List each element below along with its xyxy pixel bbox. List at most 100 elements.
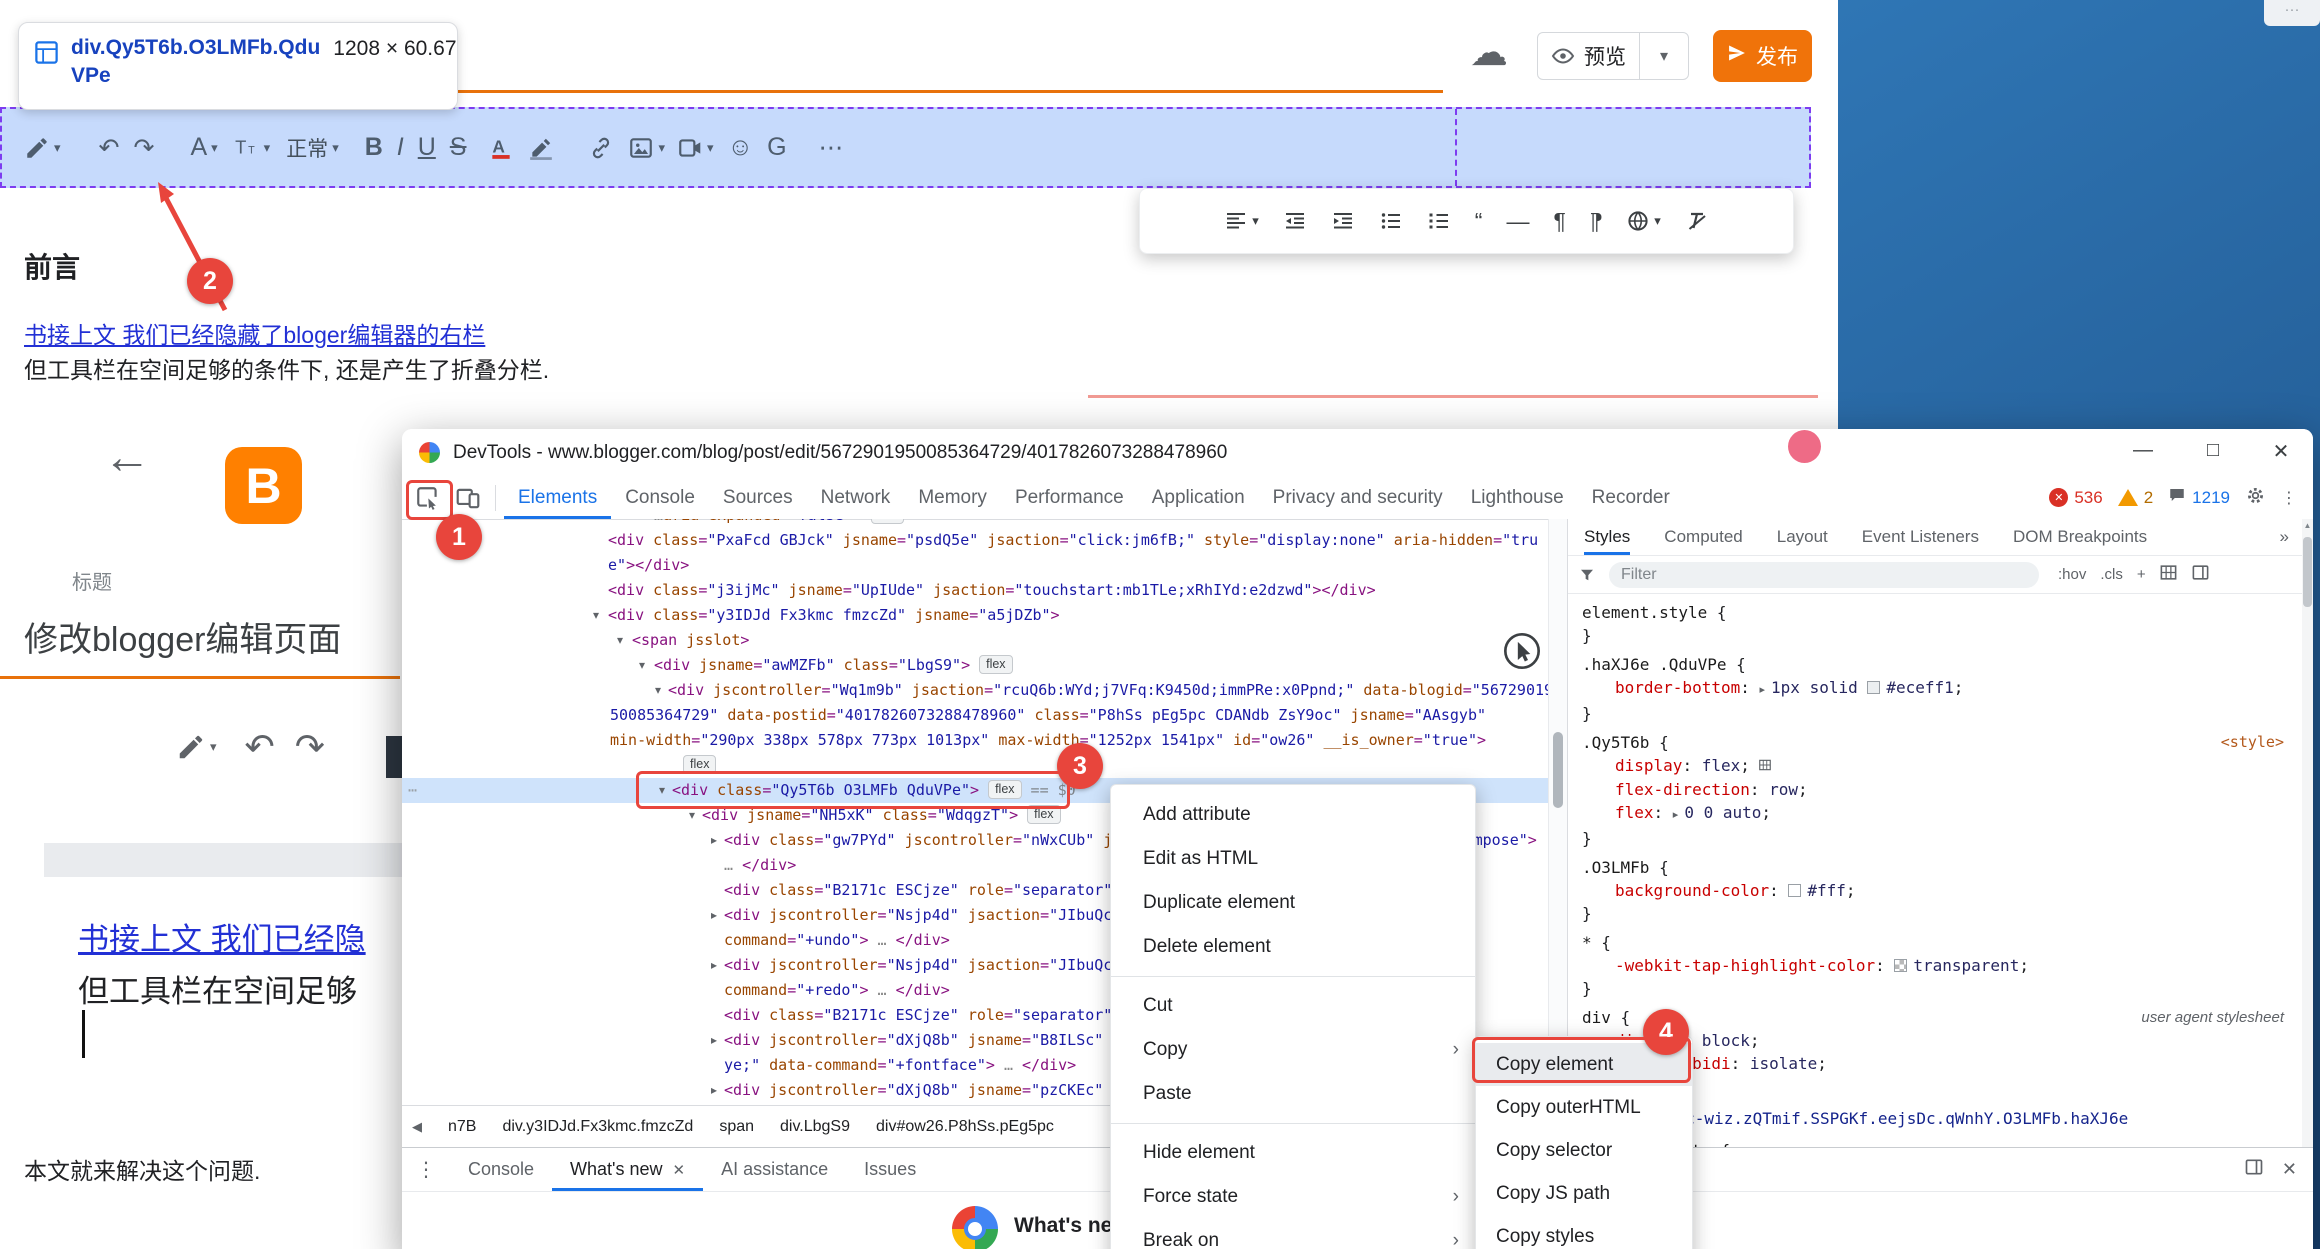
twisty-expanded-icon[interactable]: ▾ — [634, 653, 650, 678]
more-options-button[interactable]: ⋯ — [819, 133, 844, 163]
tree-row[interactable]: min-width="290px 338px 578px 773px 1013p… — [402, 728, 1548, 753]
breadcrumb-item-4[interactable]: div#ow26.P8hSs.pEg5pc — [876, 1118, 1054, 1136]
align-button[interactable]: ▾ — [1224, 209, 1259, 233]
error-count[interactable]: 536 — [2074, 488, 2102, 508]
minimize-button[interactable]: — — [2128, 439, 2158, 462]
twisty-expanded-icon[interactable]: ▾ — [650, 678, 666, 703]
css-rule-selector[interactable]: user agent stylesheetdiv { — [1582, 1006, 2292, 1029]
drawer-kebab-icon[interactable]: ⋮ — [402, 1157, 450, 1182]
grid-icon[interactable] — [2159, 563, 2178, 587]
styles-toggle-[interactable]: + — [2137, 566, 2146, 583]
drawer-tab-ai-assistance[interactable]: AI assistance — [703, 1148, 846, 1191]
error-icon[interactable]: ✕ — [2049, 488, 2068, 507]
undo-button[interactable]: ↶ — [99, 133, 120, 163]
elements-scrollbar[interactable] — [1548, 519, 1568, 1105]
insert-image-button[interactable]: ▾ — [628, 135, 665, 161]
submenu-item-copy-js-path[interactable]: Copy JS path — [1476, 1172, 1692, 1215]
tab-console[interactable]: Console — [611, 476, 709, 519]
twisty-collapsed-icon[interactable]: ▸ — [706, 1028, 722, 1053]
flex-badge[interactable]: flex — [979, 655, 1012, 674]
css-rule-selector[interactable]: .O3LMFb { — [1582, 856, 2292, 879]
color-swatch[interactable] — [1894, 959, 1907, 972]
css-property[interactable]: border-bottom: ▸1px solid #eceff1; — [1582, 676, 2292, 702]
flex-editor-icon[interactable] — [1758, 755, 1772, 778]
warning-count[interactable]: 2 — [2144, 488, 2153, 508]
title-field-value[interactable]: 修改blogger编辑页面 — [24, 612, 341, 661]
dock-icon[interactable] — [2191, 563, 2210, 587]
italic-button[interactable]: I — [397, 133, 404, 162]
submenu-item-copy-outerhtml[interactable]: Copy outerHTML — [1476, 1086, 1692, 1129]
css-rule-selector[interactable]: <style>.Qy5T6b { — [1582, 731, 2292, 754]
expand-shorthand-icon[interactable]: ▸ — [1673, 809, 1679, 821]
styles-tab-styles[interactable]: Styles — [1584, 519, 1630, 555]
tree-row[interactable]: ▾<span jsslot> — [402, 628, 1548, 653]
styles-scrollbar[interactable]: ▲ — [2302, 519, 2313, 1147]
back-button[interactable]: ← — [103, 430, 151, 485]
horizontal-rule-button[interactable]: — — [1506, 208, 1529, 235]
drawer-close-icon[interactable]: ✕ — [2282, 1159, 2297, 1180]
indent-button[interactable] — [1331, 209, 1355, 233]
warning-icon[interactable] — [2118, 489, 2138, 506]
css-property[interactable]: display: flex; — [1582, 754, 2292, 778]
menu-item-delete-element[interactable]: Delete element — [1111, 925, 1475, 969]
redo-button[interactable]: ↷ — [295, 726, 325, 768]
tree-row[interactable]: e"></div> — [402, 553, 1548, 578]
dock-panel-icon[interactable] — [2244, 1157, 2264, 1182]
css-property[interactable]: flex-direction: row; — [1582, 778, 2292, 801]
tab-performance[interactable]: Performance — [1001, 476, 1138, 519]
redo-button[interactable]: ↷ — [133, 133, 154, 163]
styles-tab-dom-breakpoints[interactable]: DOM Breakpoints — [2013, 527, 2147, 547]
styles-filter-input[interactable]: Filter — [1609, 562, 2039, 588]
post-body-link[interactable]: 书接上文 我们已经隐 — [78, 914, 366, 959]
blogger-logo[interactable]: B — [225, 447, 302, 524]
device-toolbar-icon[interactable] — [455, 485, 481, 511]
tab-recorder[interactable]: Recorder — [1578, 476, 1684, 519]
styles-tab-event-listeners[interactable]: Event Listeners — [1862, 527, 1979, 547]
breadcrumb-item-2[interactable]: span — [719, 1118, 754, 1136]
styles-tab-layout[interactable]: Layout — [1777, 527, 1828, 547]
stylesheet-link[interactable]: user agent stylesheet — [2141, 1006, 2284, 1029]
tree-row[interactable]: ▾<div class="y3IDJd Fx3kmc fmzcZd" jsnam… — [402, 603, 1548, 628]
edit-button[interactable]: ▾ — [176, 732, 217, 762]
scrollbar-thumb[interactable] — [2303, 537, 2312, 607]
preview-button[interactable]: 预览 ▾ — [1537, 32, 1689, 80]
tab-memory[interactable]: Memory — [904, 476, 1001, 519]
stylesheet-link[interactable]: <style> — [2221, 731, 2284, 754]
twisty-collapsed-icon[interactable]: ▸ — [706, 953, 722, 978]
styles-toggle-cls[interactable]: .cls — [2100, 566, 2123, 583]
tree-row[interactable]: …aria-expanded="false">flex — [402, 519, 1548, 528]
devtools-titlebar[interactable]: DevTools - www.blogger.com/blog/post/edi… — [402, 429, 2313, 477]
css-rule-selector[interactable]: element.style { — [1582, 601, 2292, 624]
menu-item-edit-as-html[interactable]: Edit as HTML — [1111, 837, 1475, 881]
tab-network[interactable]: Network — [807, 476, 905, 519]
flex-badge[interactable]: flex — [871, 519, 904, 524]
color-swatch[interactable] — [1867, 681, 1880, 694]
tree-row[interactable]: <div class="j3ijMc" jsname="UpIUde" jsac… — [402, 578, 1548, 603]
insert-emoji-button[interactable]: ☺ — [728, 133, 754, 162]
tab-application[interactable]: Application — [1138, 476, 1259, 519]
css-property[interactable]: flex: ▸0 0 auto; — [1582, 801, 2292, 827]
css-rule-selector[interactable]: * { — [1582, 931, 2292, 954]
breadcrumb-scroll-left-icon[interactable]: ◀ — [412, 1119, 422, 1135]
undo-button[interactable]: ↶ — [245, 726, 275, 768]
tab-elements[interactable]: Elements — [504, 476, 611, 519]
twisty-collapsed-icon[interactable]: ▸ — [706, 828, 722, 853]
styles-more-tabs-icon[interactable]: » — [2280, 527, 2303, 547]
tree-row[interactable]: <div class="PxaFcd GBJck" jsname="psdQ5e… — [402, 528, 1548, 553]
publish-button[interactable]: 发布 — [1713, 30, 1812, 82]
menu-item-add-attribute[interactable]: Add attribute — [1111, 793, 1475, 837]
menu-item-hide-element[interactable]: Hide element — [1111, 1131, 1475, 1175]
tree-row[interactable]: ▾<div jsname="awMZFb" class="LbgS9">flex — [402, 653, 1548, 678]
menu-item-copy[interactable]: Copy› — [1111, 1028, 1475, 1072]
expand-shorthand-icon[interactable]: ▸ — [1760, 684, 1766, 696]
insert-link-button[interactable] — [588, 135, 614, 161]
bulleted-list-button[interactable] — [1379, 209, 1403, 233]
highlight-button[interactable] — [528, 135, 554, 161]
insert-video-button[interactable]: ▾ — [677, 135, 714, 161]
menu-item-paste[interactable]: Paste — [1111, 1072, 1475, 1116]
inherited-element-link[interactable]: c-wiz.zQTmif.SSPGKf.eejsDc.qWnhY.O3LMFb.… — [1685, 1109, 2128, 1128]
breadcrumb-item-0[interactable]: n7B — [448, 1118, 476, 1136]
text-color-button[interactable]: A — [488, 135, 514, 161]
menu-item-cut[interactable]: Cut — [1111, 984, 1475, 1028]
numbered-list-button[interactable] — [1427, 209, 1451, 233]
